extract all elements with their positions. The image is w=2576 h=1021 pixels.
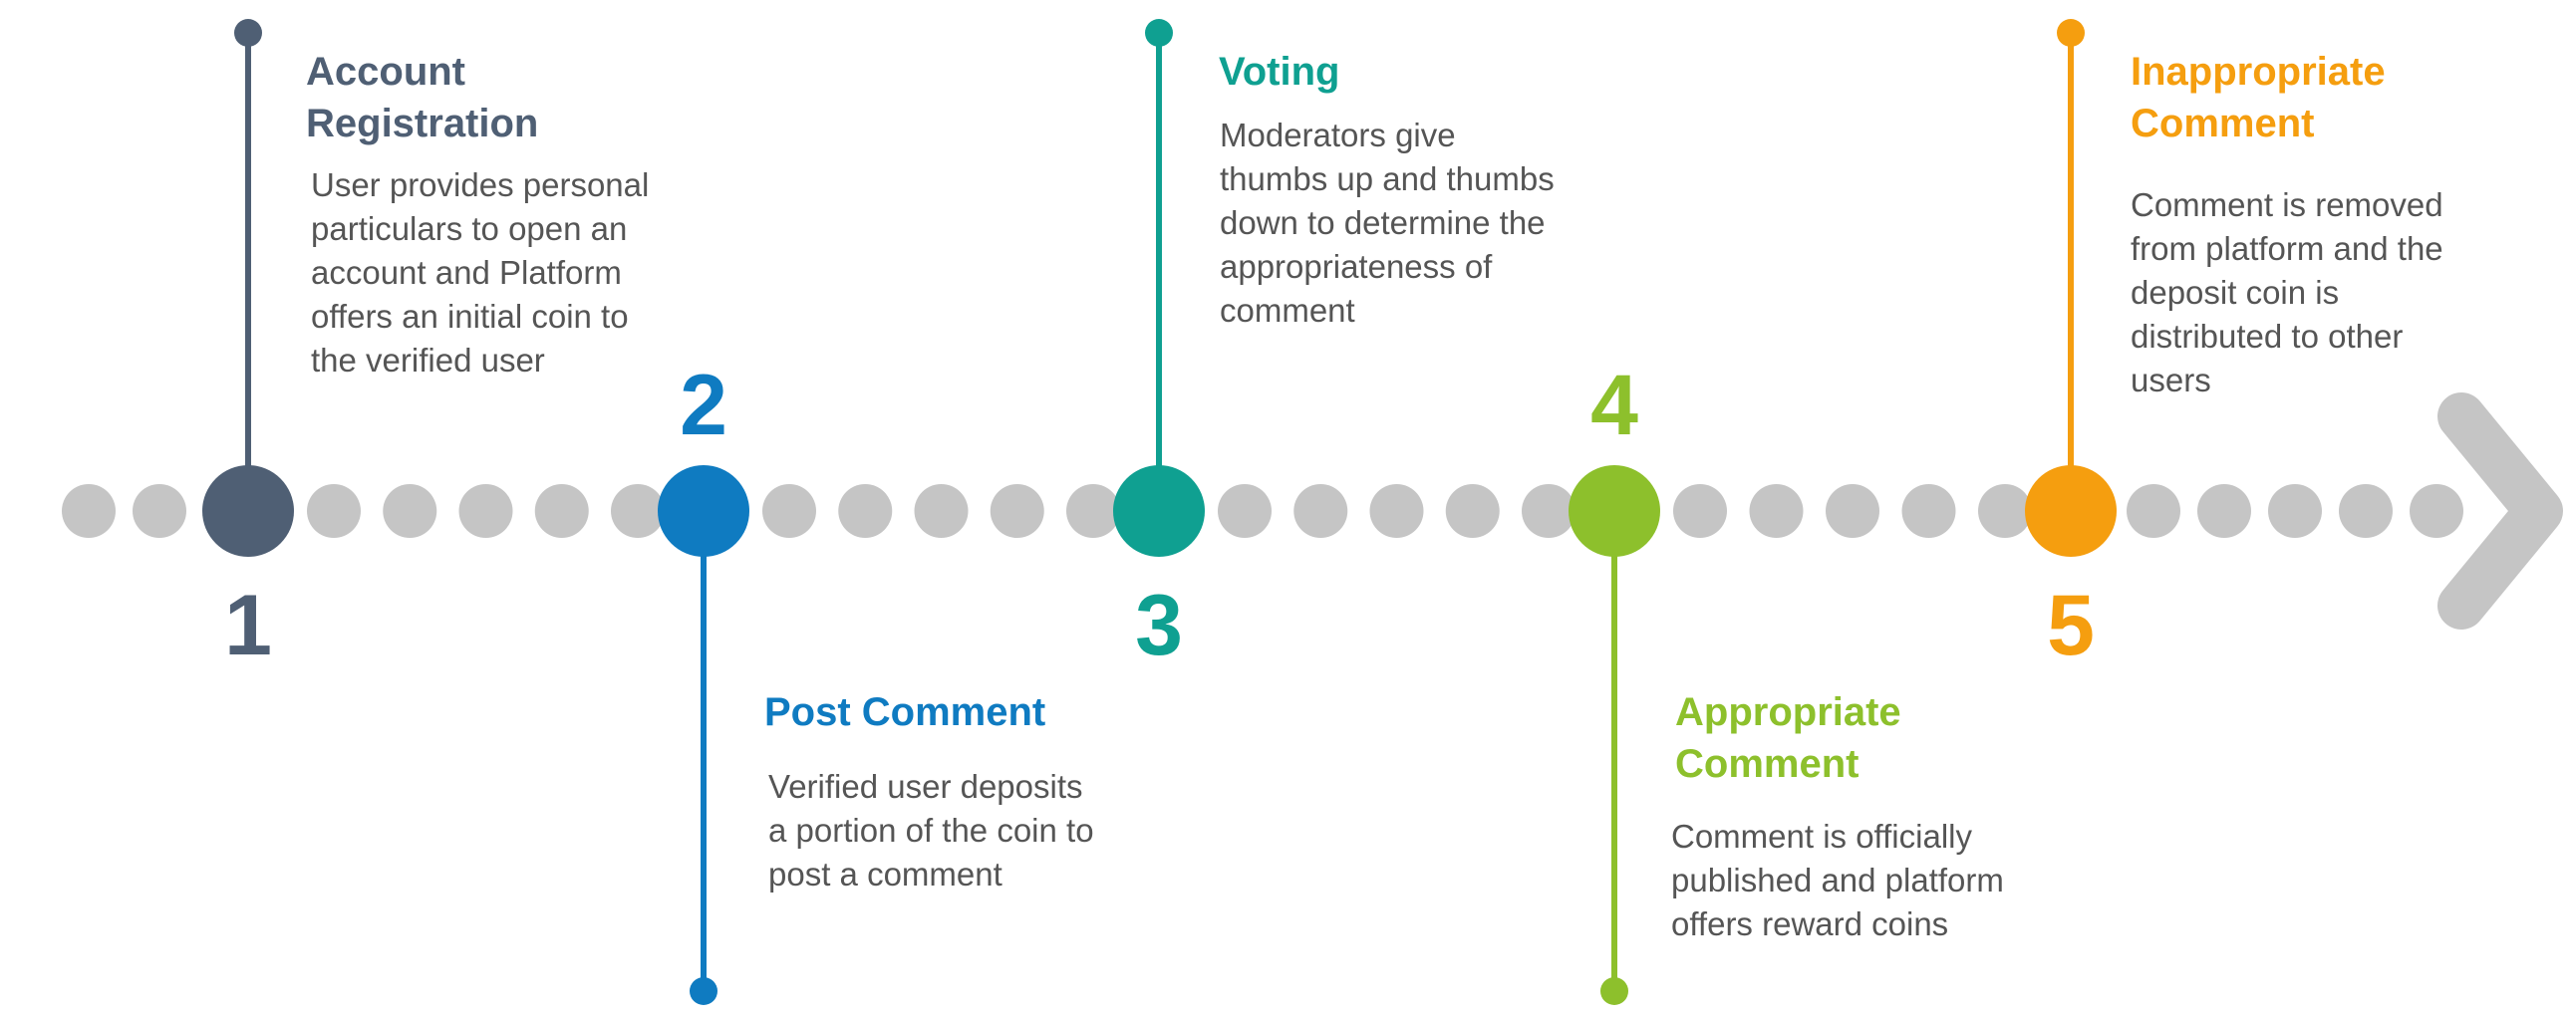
step-1-title-line: Account: [306, 50, 465, 94]
step-5-description-line: Comment is removed: [2131, 186, 2443, 223]
step-4-title-line: Appropriate: [1675, 690, 1901, 734]
step-1-description-line: the verified user: [311, 342, 545, 379]
step-1-title: Account Registration: [306, 46, 538, 149]
track-dot: [534, 484, 589, 538]
step-3-description-line: appropriateness of: [1220, 248, 1493, 285]
step-1-description-line: offers an initial coin to: [311, 298, 629, 335]
step-3-milestone: [1113, 465, 1205, 557]
track-dot: [2339, 484, 2393, 538]
step-5-description: Comment is removed from platform and the…: [2131, 183, 2443, 402]
step-4-number: 4: [1590, 358, 1638, 453]
step-2-number: 2: [680, 358, 727, 453]
step-2-description-line: Verified user deposits: [768, 768, 1083, 805]
step-3-description-line: thumbs up and thumbs: [1220, 160, 1555, 197]
step-4-connector-end: [1600, 977, 1628, 1005]
step-4-title-line: Comment: [1675, 742, 1860, 786]
track-dot: [838, 484, 893, 538]
track-dot: [307, 484, 361, 538]
step-5-description-line: distributed to other: [2131, 318, 2404, 355]
step-5-title-line: Inappropriate: [2131, 50, 2386, 94]
step-3-connector-end: [1145, 19, 1173, 47]
step-1-title-line: Registration: [306, 102, 539, 145]
step-4-description: Comment is officially published and plat…: [1671, 815, 2004, 946]
track-dot: [914, 484, 969, 538]
track-dot: [1978, 484, 2032, 538]
step-5-description-line: deposit coin is: [2131, 274, 2340, 311]
track-dot: [1749, 484, 1804, 538]
track-dot: [1218, 484, 1272, 538]
step-1-number: 1: [224, 578, 272, 673]
step-1-connector-end: [234, 19, 262, 47]
track-dot: [1369, 484, 1424, 538]
track-dot: [133, 484, 186, 538]
track-dot: [2127, 484, 2180, 538]
step-5-connector-end: [2057, 19, 2085, 47]
step-3-title-line: Voting: [1219, 50, 1340, 94]
step-4-title: Appropriate Comment: [1675, 686, 1901, 790]
track-dot: [1901, 484, 1956, 538]
step-1-description-line: User provides personal: [311, 166, 650, 203]
step-2-description: Verified user deposits a portion of the …: [768, 765, 1094, 896]
step-3-title: Voting: [1219, 46, 1339, 98]
step-5-description-line: users: [2131, 362, 2211, 398]
step-5-description-line: from platform and the: [2131, 230, 2443, 267]
step-4-description-line: offers reward coins: [1671, 905, 1949, 942]
step-5-milestone: [2025, 465, 2117, 557]
track-dot: [1673, 484, 1727, 538]
step-5-title-line: Comment: [2131, 102, 2315, 145]
step-3-number: 3: [1135, 578, 1183, 673]
step-1-description-line: account and Platform: [311, 254, 622, 291]
track-dot: [1293, 484, 1348, 538]
step-3-description-line: comment: [1220, 292, 1355, 329]
step-3-description: Moderators give thumbs up and thumbs dow…: [1220, 114, 1555, 333]
track-dot: [1445, 484, 1500, 538]
track-dot: [762, 484, 816, 538]
track-dot: [611, 484, 665, 538]
step-3-description-line: Moderators give: [1220, 117, 1456, 153]
track-dot: [62, 484, 116, 538]
step-4-description-line: Comment is officially: [1671, 818, 1972, 855]
track-dot: [2268, 484, 2322, 538]
step-2-title-line: Post Comment: [764, 690, 1046, 734]
step-2-title: Post Comment: [764, 686, 1045, 738]
step-1-description-line: particulars to open an: [311, 210, 628, 247]
step-3-description-line: down to determine the: [1220, 204, 1546, 241]
step-1-description: User provides personal particulars to op…: [311, 163, 649, 383]
step-5-title: Inappropriate Comment: [2131, 46, 2386, 149]
arrow-right-icon: [2437, 392, 2563, 630]
track-dot: [1826, 484, 1879, 538]
step-2-connector-end: [690, 977, 717, 1005]
track-dot: [383, 484, 437, 538]
step-5-number: 5: [2047, 578, 2095, 673]
step-4-milestone: [1569, 465, 1660, 557]
track-dot: [2410, 484, 2463, 538]
track-dot: [2197, 484, 2251, 538]
step-2-description-line: a portion of the coin to: [768, 812, 1094, 849]
step-1-milestone: [202, 465, 294, 557]
step-2-description-line: post a comment: [768, 856, 1002, 893]
step-2-milestone: [658, 465, 749, 557]
track-dot: [458, 484, 513, 538]
step-4-description-line: published and platform: [1671, 862, 2004, 898]
track-dot: [1522, 484, 1575, 538]
track-dot: [990, 484, 1044, 538]
track-dot: [1066, 484, 1120, 538]
